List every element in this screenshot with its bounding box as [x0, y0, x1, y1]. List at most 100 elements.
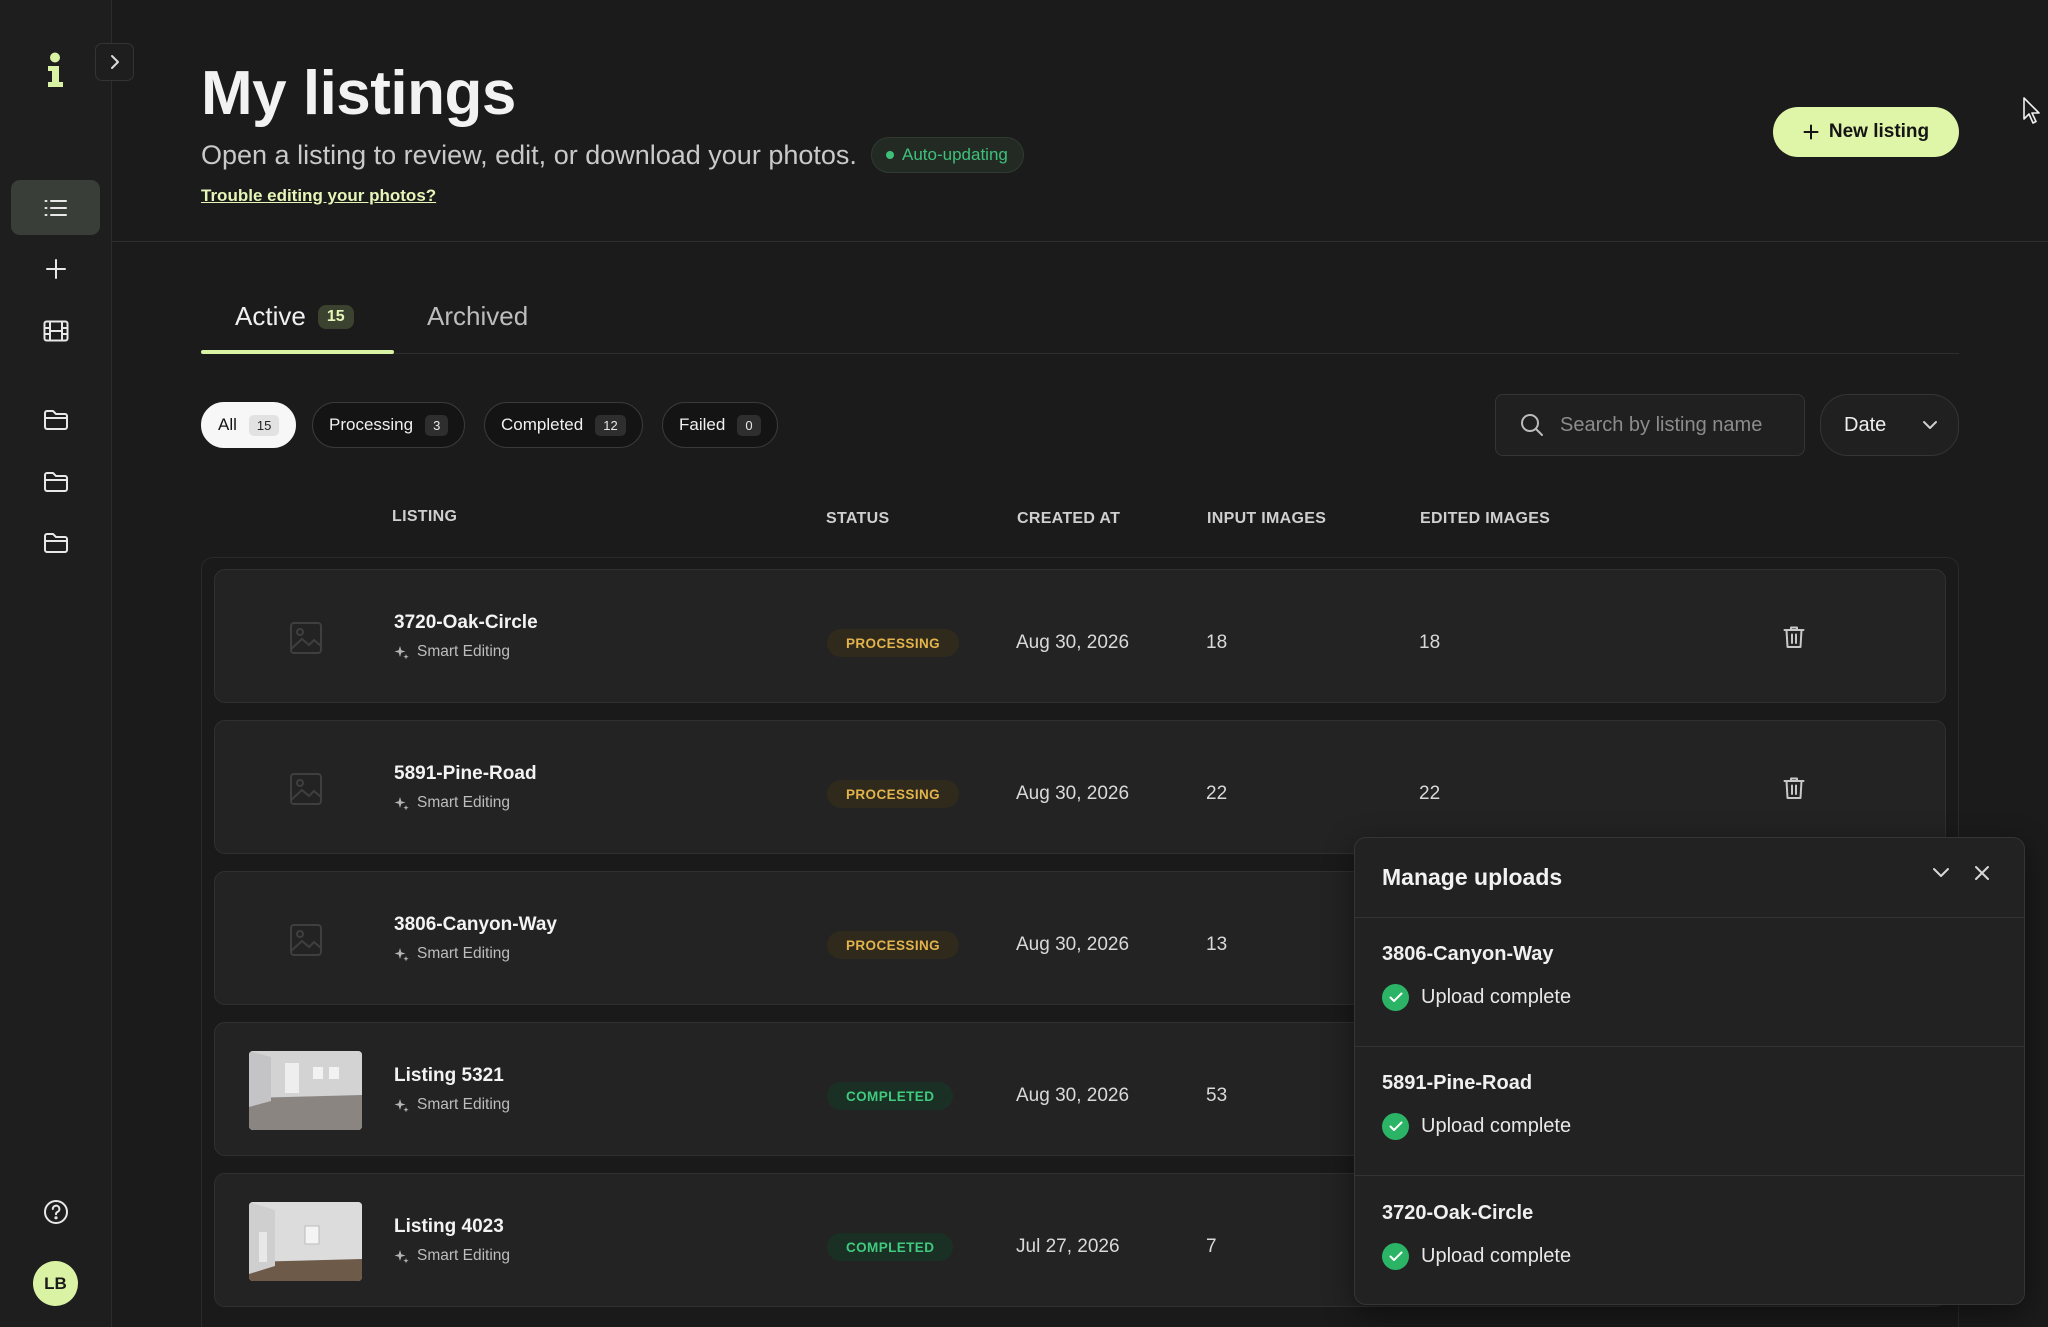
sidebar-item-folder-3[interactable]	[11, 515, 100, 570]
listing-mode-label: Smart Editing	[417, 1096, 511, 1113]
tab-archived[interactable]: Archived	[427, 301, 528, 332]
listing-name[interactable]: Listing 4023	[394, 1216, 504, 1238]
listing-mode: Smart Editing	[394, 945, 510, 963]
status-badge: PROCESSING	[827, 629, 960, 657]
filter-count: 0	[737, 414, 761, 436]
filter-completed[interactable]: Completed 12	[484, 402, 643, 448]
search-box[interactable]	[1495, 394, 1805, 456]
expand-sidebar-button[interactable]	[95, 43, 134, 81]
upload-status: Upload complete	[1382, 984, 2002, 1011]
chevron-right-icon	[110, 55, 119, 69]
tab-active[interactable]: Active 15	[235, 301, 354, 332]
sidebar-item-listings[interactable]	[11, 180, 100, 235]
chevron-down-icon[interactable]	[1932, 867, 1950, 879]
upload-status: Upload complete	[1382, 1113, 2002, 1140]
filter-all[interactable]: All 15	[201, 402, 297, 448]
user-avatar[interactable]: LB	[33, 1261, 78, 1306]
trouble-editing-link[interactable]: Trouble editing your photos?	[201, 186, 436, 206]
column-header-created-at[interactable]: CREATED AT	[1017, 510, 1120, 528]
search-input[interactable]	[1560, 413, 1780, 437]
tab-active-label: Active	[235, 301, 306, 331]
close-icon[interactable]	[1974, 865, 1990, 881]
check-circle-icon	[1382, 984, 1409, 1011]
sidebar-item-folder-1[interactable]	[11, 392, 100, 447]
folder-icon	[43, 409, 68, 430]
column-header-edited-images[interactable]: EDITED IMAGES	[1420, 510, 1550, 528]
page-title: My listings	[201, 59, 516, 128]
room-photo-icon	[249, 1051, 362, 1130]
upload-item: 3720-Oak-Circle Upload complete	[1382, 1202, 2002, 1270]
filter-label: Failed	[679, 415, 726, 434]
sort-dropdown[interactable]: Date	[1820, 394, 1959, 456]
panel-divider	[1355, 917, 2024, 918]
new-listing-button[interactable]: New listing	[1773, 107, 1959, 157]
tabs-divider	[201, 353, 1959, 354]
created-at: Aug 30, 2026	[1016, 934, 1130, 955]
image-placeholder-icon	[289, 621, 322, 654]
upload-name: 5891-Pine-Road	[1382, 1072, 1533, 1094]
listing-name[interactable]: 3720-Oak-Circle	[394, 612, 538, 634]
sidebar: LB	[0, 0, 112, 1327]
sparkle-icon	[394, 796, 409, 810]
folder-icon	[43, 532, 68, 553]
panel-divider	[1355, 1046, 2024, 1047]
sparkle-icon	[394, 947, 409, 961]
sidebar-item-new[interactable]	[11, 241, 100, 296]
created-at: Aug 30, 2026	[1016, 1085, 1130, 1106]
listing-mode: Smart Editing	[394, 1096, 510, 1114]
sidebar-item-folder-2[interactable]	[11, 454, 100, 509]
created-at: Aug 30, 2026	[1016, 632, 1130, 653]
column-header-listing[interactable]: LISTING	[392, 508, 457, 526]
edited-images-count: 18	[1419, 632, 1441, 653]
listing-name[interactable]: 5891-Pine-Road	[394, 763, 537, 785]
auto-updating-badge: Auto-updating	[871, 137, 1024, 173]
listing-mode-label: Smart Editing	[417, 794, 511, 811]
filter-count: 3	[425, 414, 449, 436]
filter-processing[interactable]: Processing 3	[312, 402, 466, 448]
listing-mode-label: Smart Editing	[417, 1247, 511, 1264]
sparkle-icon	[394, 1249, 409, 1263]
input-images-count: 18	[1206, 632, 1228, 653]
trash-icon[interactable]	[1783, 776, 1805, 800]
filter-label: Processing	[329, 415, 414, 434]
chevron-down-icon	[1923, 421, 1937, 429]
image-placeholder-icon	[289, 772, 322, 805]
check-circle-icon	[1382, 1243, 1409, 1270]
new-listing-label: New listing	[1828, 121, 1930, 142]
input-images-count: 13	[1206, 934, 1228, 955]
panel-title: Manage uploads	[1382, 864, 1563, 890]
listing-name[interactable]: 3806-Canyon-Way	[394, 914, 557, 936]
listing-thumbnail	[249, 1051, 362, 1130]
app-logo-icon[interactable]	[40, 52, 70, 88]
listing-thumbnail	[249, 598, 362, 677]
listing-name[interactable]: Listing 5321	[394, 1065, 504, 1087]
table-row[interactable]: 3720-Oak-Circle Smart Editing PROCESSING…	[214, 569, 1946, 703]
list-icon	[44, 199, 67, 216]
mouse-cursor-icon	[2023, 97, 2040, 124]
upload-status-label: Upload complete	[1421, 986, 1572, 1008]
sparkle-icon	[394, 1098, 409, 1112]
panel-controls	[1932, 865, 1990, 881]
tab-active-count: 15	[317, 304, 354, 329]
help-button[interactable]	[11, 1184, 100, 1239]
column-header-status[interactable]: STATUS	[826, 510, 889, 528]
filter-failed[interactable]: Failed 0	[662, 402, 778, 448]
table-row[interactable]: 5891-Pine-Road Smart Editing PROCESSING …	[214, 720, 1946, 854]
status-badge: PROCESSING	[827, 780, 960, 808]
live-dot-icon	[886, 151, 894, 159]
listing-mode-label: Smart Editing	[417, 945, 511, 962]
sidebar-item-videos[interactable]	[11, 303, 100, 358]
image-placeholder-icon	[289, 923, 322, 956]
column-header-input-images[interactable]: INPUT IMAGES	[1207, 510, 1326, 528]
tab-archived-label: Archived	[427, 301, 529, 331]
upload-status-label: Upload complete	[1421, 1245, 1572, 1267]
film-icon	[43, 320, 68, 341]
filter-count: 15	[248, 414, 280, 436]
plus-icon	[45, 258, 66, 279]
upload-name: 3806-Canyon-Way	[1382, 943, 1554, 965]
edited-images-count: 22	[1419, 783, 1441, 804]
trash-icon[interactable]	[1783, 625, 1805, 649]
input-images-count: 53	[1206, 1085, 1228, 1106]
listing-mode: Smart Editing	[394, 643, 510, 661]
status-badge: COMPLETED	[827, 1233, 954, 1261]
